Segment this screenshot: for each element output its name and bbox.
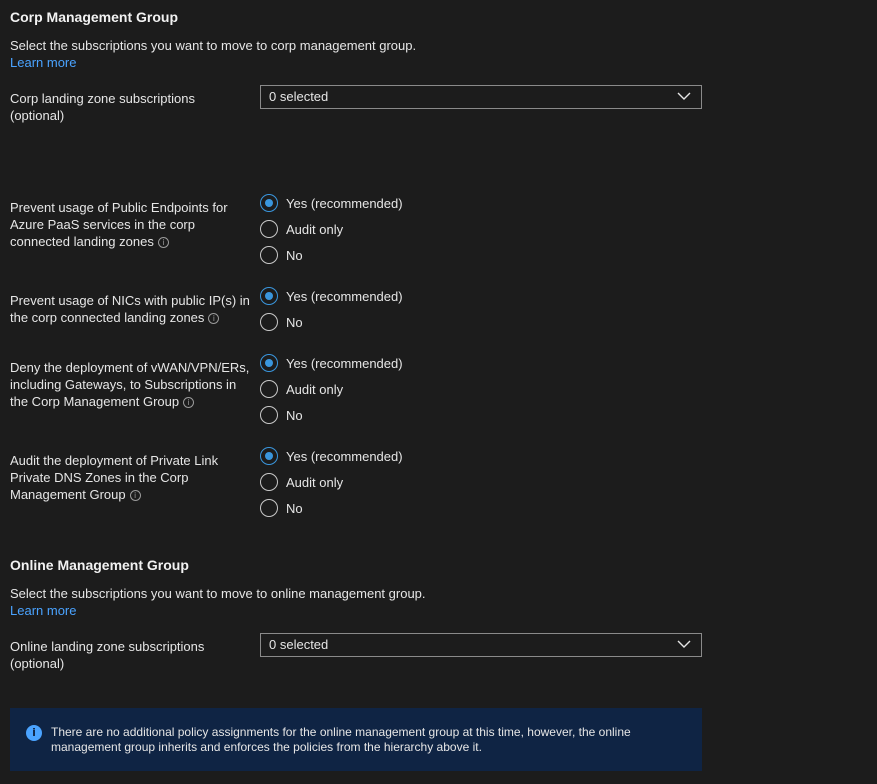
public-ip-nics-radio-group: Yes (recommended) No	[260, 283, 403, 335]
label-line: Deny the deployment of vWAN/VPN/ERs,	[10, 360, 250, 375]
online-description: Select the subscriptions you want to mov…	[10, 586, 426, 601]
corp-subscriptions-label-line1: Corp landing zone subscriptions	[10, 91, 195, 106]
option-label: Audit only	[286, 474, 344, 490]
online-subscriptions-label-line2: (optional)	[10, 656, 65, 671]
online-learn-more-link[interactable]: Learn more	[10, 603, 76, 618]
radio[interactable]	[260, 499, 278, 517]
info-icon: i	[26, 725, 42, 741]
info-line: management group inherits and enforces t…	[51, 740, 482, 754]
label-line: the corp connected landing zones i	[10, 309, 250, 326]
deny-vwan-option-yes[interactable]: Yes (recommended)	[260, 350, 403, 376]
info-icon[interactable]: i	[208, 313, 220, 325]
private-dns-option-no[interactable]: No	[260, 495, 403, 521]
label-line: Audit the deployment of Private Link	[10, 453, 219, 468]
public-endpoints-label: Prevent usage of Public Endpoints for Az…	[10, 199, 250, 250]
radio[interactable]	[260, 380, 278, 398]
online-subscriptions-dropdown[interactable]: 0 selected	[260, 633, 702, 657]
corp-subscriptions-label-line2: (optional)	[10, 108, 65, 123]
corp-description: Select the subscriptions you want to mov…	[10, 38, 417, 53]
radio-checked[interactable]	[260, 447, 278, 465]
option-label: Yes (recommended)	[286, 288, 403, 304]
private-dns-radio-group: Yes (recommended) Audit only No	[260, 443, 403, 521]
deny-vwan-option-no[interactable]: No	[260, 402, 403, 428]
radio[interactable]	[260, 313, 278, 331]
radio-checked[interactable]	[260, 354, 278, 372]
corp-section-title: Corp Management Group	[10, 9, 179, 25]
radio[interactable]	[260, 220, 278, 238]
public-ip-nics-option-yes[interactable]: Yes (recommended)	[260, 283, 403, 309]
option-label: Audit only	[286, 221, 344, 237]
public-endpoints-radio-group: Yes (recommended) Audit only No	[260, 190, 403, 268]
online-section-title: Online Management Group	[10, 557, 189, 573]
public-ip-nics-option-no[interactable]: No	[260, 309, 403, 335]
label-text: Management Group	[10, 487, 126, 502]
private-dns-label: Audit the deployment of Private Link Pri…	[10, 452, 250, 503]
radio[interactable]	[260, 406, 278, 424]
info-icon[interactable]: i	[183, 397, 195, 409]
option-label: No	[286, 247, 303, 263]
public-ip-nics-label: Prevent usage of NICs with public IP(s) …	[10, 292, 250, 326]
label-line: connected landing zones i	[10, 233, 250, 250]
label-text: connected landing zones	[10, 234, 154, 249]
radio-checked[interactable]	[260, 287, 278, 305]
info-message-box: i There are no additional policy assignm…	[10, 708, 702, 771]
radio-checked[interactable]	[260, 194, 278, 212]
info-message-text: There are no additional policy assignmen…	[51, 725, 681, 755]
chevron-down-icon	[677, 92, 691, 100]
option-label: Yes (recommended)	[286, 448, 403, 464]
corp-subscriptions-value: 0 selected	[269, 89, 329, 104]
option-label: No	[286, 500, 303, 516]
info-icon[interactable]: i	[129, 490, 141, 502]
label-line: Private DNS Zones in the Corp	[10, 470, 189, 485]
public-endpoints-option-audit[interactable]: Audit only	[260, 216, 403, 242]
deny-vwan-option-audit[interactable]: Audit only	[260, 376, 403, 402]
info-icon[interactable]: i	[157, 237, 169, 249]
deny-vwan-radio-group: Yes (recommended) Audit only No	[260, 350, 403, 428]
label-text: the Corp Management Group	[10, 394, 180, 409]
public-endpoints-option-no[interactable]: No	[260, 242, 403, 268]
option-label: Audit only	[286, 381, 344, 397]
label-line: Prevent usage of NICs with public IP(s) …	[10, 293, 250, 308]
online-subscriptions-label-line1: Online landing zone subscriptions	[10, 639, 205, 654]
chevron-down-icon	[677, 640, 691, 648]
label-line: Prevent usage of Public Endpoints for	[10, 200, 228, 215]
info-line: There are no additional policy assignmen…	[51, 725, 631, 739]
option-label: Yes (recommended)	[286, 195, 403, 211]
option-label: No	[286, 314, 303, 330]
online-subscriptions-value: 0 selected	[269, 637, 329, 652]
label-line: Management Group i	[10, 486, 250, 503]
deny-vwan-label: Deny the deployment of vWAN/VPN/ERs, inc…	[10, 359, 250, 410]
label-text: the corp connected landing zones	[10, 310, 205, 325]
corp-learn-more-link[interactable]: Learn more	[10, 55, 76, 70]
radio[interactable]	[260, 246, 278, 264]
option-label: No	[286, 407, 303, 423]
corp-subscriptions-label: Corp landing zone subscriptions (optiona…	[10, 90, 250, 124]
private-dns-option-audit[interactable]: Audit only	[260, 469, 403, 495]
private-dns-option-yes[interactable]: Yes (recommended)	[260, 443, 403, 469]
radio[interactable]	[260, 473, 278, 491]
option-label: Yes (recommended)	[286, 355, 403, 371]
online-subscriptions-label: Online landing zone subscriptions (optio…	[10, 638, 250, 672]
corp-subscriptions-dropdown[interactable]: 0 selected	[260, 85, 702, 109]
label-line: the Corp Management Group i	[10, 393, 250, 410]
label-line: Azure PaaS services in the corp	[10, 217, 195, 232]
public-endpoints-option-yes[interactable]: Yes (recommended)	[260, 190, 403, 216]
label-line: including Gateways, to Subscriptions in	[10, 377, 237, 392]
